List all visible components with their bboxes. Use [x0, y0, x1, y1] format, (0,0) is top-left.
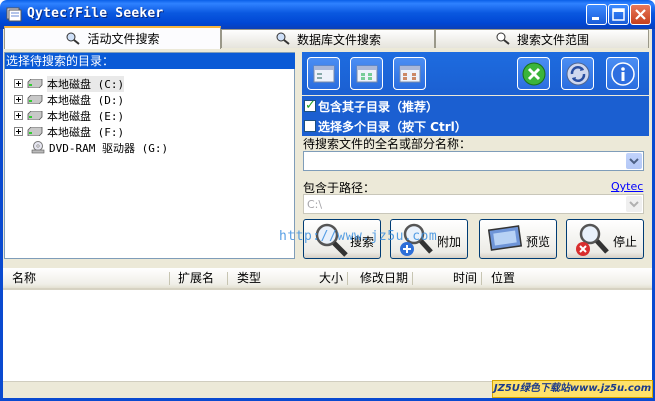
- column-location[interactable]: 位置: [484, 268, 515, 288]
- multi-dirs-label: 选择多个目录（按下 Ctrl）: [318, 119, 467, 134]
- tools-icon: [522, 62, 545, 85]
- magnifier-icon: [315, 223, 348, 257]
- window-list-icon: [313, 65, 334, 82]
- expand-icon[interactable]: [14, 111, 23, 120]
- settings-button[interactable]: [517, 57, 550, 90]
- qytec-link[interactable]: Qytec: [611, 180, 643, 193]
- magnifier-stop-icon: [576, 223, 609, 256]
- hard-drive-icon: [27, 127, 43, 136]
- search-button-label: 搜索: [350, 235, 375, 249]
- tree-item-label: 本地磁盘 (F:): [47, 125, 125, 139]
- monitor-preview-icon: [488, 225, 523, 251]
- minimize-icon: [592, 17, 599, 20]
- close-icon: [635, 9, 646, 20]
- expand-icon[interactable]: [14, 127, 23, 136]
- tab-label: 活动文件搜索: [87, 32, 160, 46]
- chevron-down-icon: [629, 158, 639, 165]
- tab-label: 搜索文件范围: [516, 32, 589, 47]
- window-grid-icon: [356, 65, 377, 82]
- tab-active-search[interactable]: 活动文件搜索: [4, 26, 221, 49]
- tree-item-drive-g[interactable]: DVD-RAM 驱动器 (G:): [31, 140, 168, 155]
- maximize-icon: [612, 8, 625, 21]
- site-watermark-badge: JZ5U绿色下载站www.jz5u.com: [492, 380, 653, 398]
- preview-button-label: 预览: [526, 235, 551, 249]
- include-subdirs-label: 包含其子目录（推荐）: [318, 99, 439, 114]
- tab-database-search[interactable]: 数据库文件搜索: [221, 29, 435, 48]
- tree-item-label: 本地磁盘 (E:): [47, 109, 125, 123]
- expand-icon[interactable]: [14, 79, 23, 88]
- close-button[interactable]: [630, 4, 651, 25]
- path-value: C:\: [307, 198, 323, 211]
- expand-icon[interactable]: [14, 95, 23, 104]
- info-icon: [610, 61, 635, 86]
- info-button[interactable]: [606, 57, 639, 90]
- preview-button[interactable]: 预览: [479, 219, 557, 259]
- dropdown-arrow[interactable]: [626, 153, 642, 169]
- column-divider[interactable]: [412, 272, 413, 285]
- refresh-icon: [566, 62, 589, 85]
- refresh-button[interactable]: [561, 57, 594, 90]
- dvd-drive-icon: [31, 141, 45, 154]
- view-details-button[interactable]: [307, 57, 340, 90]
- dropdown-arrow[interactable]: [626, 196, 642, 212]
- column-modified-date[interactable]: 修改日期: [353, 268, 408, 288]
- view-icons-button[interactable]: [393, 57, 426, 90]
- chevron-down-icon: [629, 201, 639, 208]
- tree-item-drive-e[interactable]: 本地磁盘 (E:): [14, 108, 124, 123]
- multi-dirs-checkbox[interactable]: [304, 120, 316, 132]
- tree-header: 选择待搜索的目录：: [5, 53, 295, 69]
- window-icons-icon: [399, 65, 420, 82]
- include-subdirs-checkbox[interactable]: [304, 98, 316, 113]
- tree-item-drive-c[interactable]: 本地磁盘 (C:): [14, 75, 125, 92]
- column-extension[interactable]: 扩展名: [171, 268, 214, 288]
- tab-label: 数据库文件搜索: [296, 32, 381, 47]
- option-include-subdirs[interactable]: 包含其子目录（推荐）: [302, 96, 649, 116]
- stop-button-label: 停止: [613, 235, 638, 249]
- stop-button[interactable]: 停止: [566, 219, 644, 259]
- tree-item-label: 本地磁盘 (D:): [47, 93, 125, 107]
- column-name[interactable]: 名称: [5, 268, 36, 288]
- magnifier-add-icon: [400, 223, 433, 256]
- hard-drive-icon: [27, 79, 43, 88]
- column-divider[interactable]: [481, 272, 482, 285]
- maximize-button[interactable]: [608, 4, 629, 25]
- column-divider[interactable]: [347, 272, 348, 285]
- window-title: Qytec?File Seeker: [27, 6, 164, 21]
- tree-item-drive-d[interactable]: 本地磁盘 (D:): [14, 92, 124, 107]
- tree-item-drive-f[interactable]: 本地磁盘 (F:): [14, 124, 124, 139]
- filename-label: 待搜索文件的全名或部分名称：: [303, 137, 472, 151]
- column-size[interactable]: 大小: [312, 268, 343, 288]
- add-button-label: 附加: [437, 235, 462, 249]
- hard-drive-icon: [27, 95, 43, 104]
- view-tiles-button[interactable]: [350, 57, 383, 90]
- filename-combobox[interactable]: [303, 151, 644, 171]
- tab-search-scope[interactable]: 搜索文件范围: [435, 29, 649, 48]
- search-icon: [496, 32, 510, 45]
- column-time[interactable]: 时间: [446, 268, 477, 288]
- column-divider[interactable]: [169, 272, 170, 285]
- app-icon: [6, 7, 22, 22]
- option-multi-dirs[interactable]: 选择多个目录（按下 Ctrl）: [302, 116, 649, 136]
- path-combobox[interactable]: C:\: [303, 194, 644, 214]
- search-icon: [66, 32, 81, 45]
- results-header: 名称 扩展名 类型 大小 修改日期 时间 位置: [3, 268, 652, 290]
- search-button[interactable]: 搜索: [303, 219, 381, 259]
- column-divider[interactable]: [227, 272, 228, 285]
- search-icon: [276, 32, 290, 45]
- hard-drive-icon: [27, 111, 43, 120]
- minimize-button[interactable]: [586, 4, 607, 25]
- add-button[interactable]: 附加: [390, 219, 468, 259]
- tree-item-label: DVD-RAM 驱动器 (G:): [49, 141, 169, 155]
- title-bar[interactable]: Qytec?File Seeker: [0, 0, 655, 29]
- tree-item-label: 本地磁盘 (C:): [47, 75, 125, 92]
- column-type[interactable]: 类型: [230, 268, 261, 288]
